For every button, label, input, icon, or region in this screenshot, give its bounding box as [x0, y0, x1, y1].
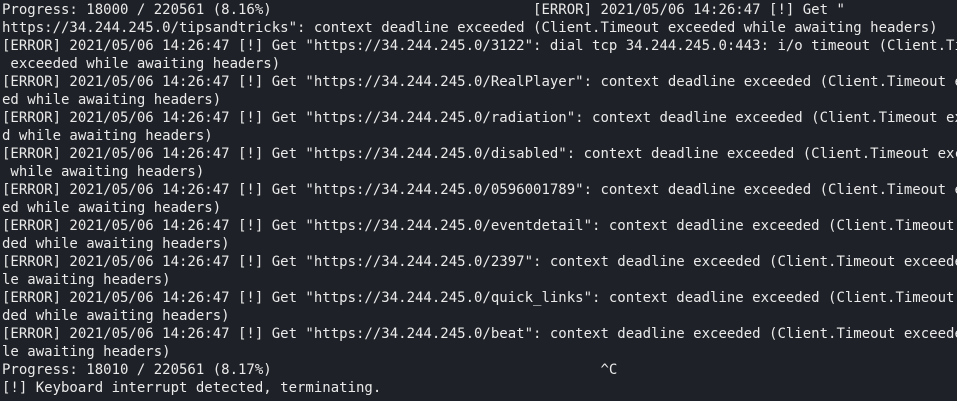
log-line: [ERROR] 2021/05/06 14:26:47 [!] Get "htt…: [2, 254, 957, 270]
status-line: [!] Keyboard interrupt detected, termina…: [2, 380, 382, 396]
log-line: exceeded while awaiting headers): [2, 56, 281, 72]
log-line: ded while awaiting headers): [2, 236, 230, 252]
progress-line: Progress: 18010 / 220561 (8.17%) ^C: [2, 362, 618, 378]
log-line: [ERROR] 2021/05/06 14:26:47 [!] Get "htt…: [2, 110, 957, 126]
log-line: ed while awaiting headers): [2, 92, 222, 108]
log-line: [ERROR] 2021/05/06 14:26:47 [!] Get "htt…: [2, 182, 957, 198]
log-line: while awaiting headers): [2, 164, 205, 180]
log-line: [ERROR] 2021/05/06 14:26:47 [!] Get "htt…: [2, 74, 957, 90]
log-line: ed while awaiting headers): [2, 200, 222, 216]
log-line: le awaiting headers): [2, 272, 171, 288]
log-line: [ERROR] 2021/05/06 14:26:47 [!] Get "htt…: [2, 218, 957, 234]
log-line: ded while awaiting headers): [2, 308, 230, 324]
log-line: [ERROR] 2021/05/06 14:26:47 [!] Get "htt…: [2, 326, 957, 342]
log-line: [ERROR] 2021/05/06 14:26:47 [!] Get "htt…: [2, 290, 957, 306]
log-line: le awaiting headers): [2, 344, 171, 360]
terminal-window[interactable]: Progress: 18000 / 220561 (8.16%) [ERROR]…: [0, 0, 957, 401]
log-line: [ERROR] 2021/05/06 14:26:47 [!] Get "htt…: [2, 38, 957, 54]
progress-line: Progress: 18000 / 220561 (8.16%) [ERROR]…: [2, 2, 845, 18]
log-line: https://34.244.245.0/tipsandtricks": con…: [2, 20, 938, 36]
log-line: d while awaiting headers): [2, 128, 213, 144]
log-line: [ERROR] 2021/05/06 14:26:47 [!] Get "htt…: [2, 146, 957, 162]
